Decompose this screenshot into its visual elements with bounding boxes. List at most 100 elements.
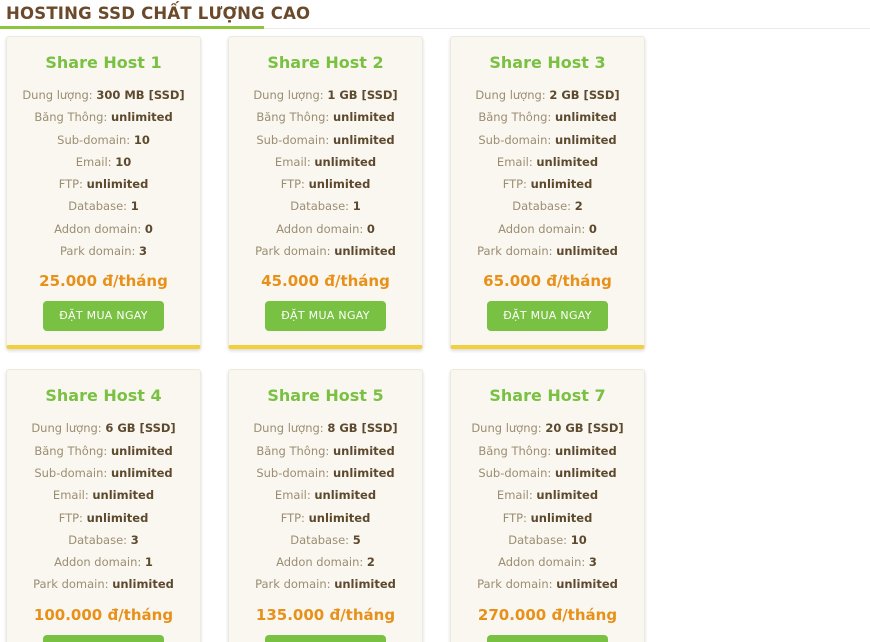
- plan-spec-database: Database: 1: [13, 195, 194, 217]
- spec-label: FTP:: [502, 510, 527, 525]
- section-header: HOSTING SSD CHẤT LƯỢNG CAO: [0, 0, 870, 34]
- spec-value: unlimited: [332, 443, 395, 458]
- plan-spec-park-domain: Park domain: unlimited: [457, 573, 638, 595]
- plan-title: Share Host 4: [45, 386, 162, 406]
- buy-now-button[interactable]: ĐẶT MUA NGAY: [487, 634, 608, 642]
- spec-value: unlimited: [332, 132, 395, 147]
- plan-spec-storage: Dung lượng: 20 GB [SSD]: [457, 417, 638, 439]
- spec-value: 3: [588, 555, 597, 570]
- plan-spec-addon-domain: Addon domain: 3: [457, 551, 638, 573]
- plan-spec-addon-domain: Addon domain: 1: [13, 551, 194, 573]
- spec-value: 10: [570, 532, 587, 547]
- spec-label: Dung lượng:: [253, 88, 324, 102]
- plan-spec-bandwidth: Băng Thông: unlimited: [457, 106, 638, 128]
- spec-value: unlimited: [554, 110, 617, 125]
- spec-label: Email:: [52, 488, 89, 503]
- plan-title: Share Host 7: [489, 386, 606, 406]
- spec-value: 1: [130, 199, 139, 214]
- plan-spec-email: Email: unlimited: [13, 484, 194, 506]
- spec-label: Addon domain:: [276, 221, 364, 236]
- buy-now-button[interactable]: ĐẶT MUA NGAY: [43, 634, 164, 642]
- plan-spec-ftp: FTP: unlimited: [13, 173, 194, 195]
- spec-label: Băng Thông:: [256, 110, 330, 125]
- plan-spec-storage: Dung lượng: 2 GB [SSD]: [457, 84, 638, 106]
- spec-label: Dung lượng:: [31, 421, 102, 436]
- spec-value: 2 GB [SSD]: [549, 88, 620, 102]
- plan-spec-email: Email: unlimited: [235, 484, 416, 506]
- spec-value: 300 MB [SSD]: [96, 88, 185, 102]
- spec-label: Park domain:: [255, 577, 331, 592]
- spec-label: Sub-domain:: [256, 132, 330, 147]
- spec-value: 8 GB [SSD]: [327, 421, 398, 436]
- spec-value: unlimited: [530, 177, 593, 192]
- spec-label: Database:: [68, 532, 128, 547]
- plan-spec-addon-domain: Addon domain: 0: [235, 218, 416, 240]
- plan-spec-subdomain: Sub-domain: unlimited: [13, 462, 194, 484]
- spec-value: 10: [115, 154, 132, 169]
- plan-spec-email: Email: unlimited: [457, 151, 638, 173]
- spec-value: unlimited: [556, 577, 618, 592]
- spec-value: unlimited: [554, 132, 617, 147]
- buy-now-button[interactable]: ĐẶT MUA NGAY: [265, 301, 386, 332]
- plan-price: 135.000 đ/tháng: [255, 605, 396, 624]
- plan-spec-storage: Dung lượng: 8 GB [SSD]: [235, 417, 416, 439]
- buy-now-button[interactable]: ĐẶT MUA NGAY: [43, 301, 164, 332]
- spec-value: unlimited: [112, 577, 174, 592]
- spec-label: Sub-domain:: [34, 465, 108, 480]
- spec-label: Database:: [290, 532, 350, 547]
- plan-spec-database: Database: 1: [235, 195, 416, 217]
- plan-spec-email: Email: unlimited: [235, 151, 416, 173]
- plan-title: Share Host 2: [267, 53, 384, 72]
- plan-price: 65.000 đ/tháng: [483, 272, 612, 291]
- plan-spec-ftp: FTP: unlimited: [457, 173, 638, 195]
- spec-label: Database:: [68, 199, 128, 214]
- plan-spec-email: Email: 10: [13, 151, 194, 173]
- spec-value: 10: [133, 132, 150, 147]
- spec-value: unlimited: [554, 465, 617, 480]
- pricing-card: Share Host 3 Dung lượng: 2 GB [SSD] Băng T…: [450, 36, 645, 350]
- spec-label: Dung lượng:: [475, 88, 546, 102]
- plan-spec-bandwidth: Băng Thông: unlimited: [13, 440, 194, 462]
- plan-spec-database: Database: 5: [235, 529, 416, 551]
- spec-label: Sub-domain:: [478, 465, 552, 480]
- spec-value: unlimited: [332, 465, 395, 480]
- plan-spec-park-domain: Park domain: 3: [13, 240, 194, 262]
- spec-label: Email:: [75, 154, 112, 169]
- spec-label: FTP:: [58, 177, 83, 192]
- spec-label: Addon domain:: [54, 555, 142, 570]
- spec-label: Email:: [274, 154, 311, 169]
- spec-label: Băng Thông:: [478, 110, 552, 125]
- pricing-card: Share Host 7 Dung lượng: 20 GB [SSD] Băng …: [450, 369, 645, 642]
- plan-price: 270.000 đ/tháng: [477, 605, 618, 624]
- pricing-card: Share Host 1 Dung lượng: 300 MB [SSD] Băng…: [6, 36, 201, 350]
- plan-title: Share Host 5: [267, 386, 384, 406]
- plan-spec-ftp: FTP: unlimited: [457, 507, 638, 529]
- plan-title: Share Host 1: [45, 53, 162, 72]
- spec-value: 3: [130, 532, 139, 547]
- spec-label: Email:: [496, 154, 533, 169]
- plan-spec-storage: Dung lượng: 300 MB [SSD]: [13, 84, 194, 106]
- spec-label: Park domain:: [59, 244, 136, 259]
- spec-label: Park domain:: [255, 244, 331, 259]
- spec-value: unlimited: [334, 244, 396, 259]
- plan-title: Share Host 3: [489, 53, 606, 72]
- plan-price: 45.000 đ/tháng: [261, 272, 390, 291]
- pricing-card-grid: Share Host 1 Dung lượng: 300 MB [SSD] Băng…: [0, 36, 870, 642]
- spec-label: Sub-domain:: [57, 132, 131, 147]
- spec-value: unlimited: [86, 177, 149, 192]
- plan-spec-subdomain: Sub-domain: 10: [13, 129, 194, 151]
- spec-value: unlimited: [308, 177, 371, 192]
- plan-spec-database: Database: 3: [13, 529, 194, 551]
- spec-value: 2: [366, 555, 375, 570]
- buy-now-button[interactable]: ĐẶT MUA NGAY: [265, 634, 386, 642]
- pricing-card: Share Host 4 Dung lượng: 6 GB [SSD] Băng T…: [6, 369, 201, 642]
- spec-value: 0: [366, 221, 375, 236]
- pricing-card: Share Host 2 Dung lượng: 1 GB [SSD] Băng T…: [228, 36, 423, 350]
- spec-label: Dung lượng:: [253, 421, 324, 436]
- spec-value: 1: [144, 555, 153, 570]
- plan-spec-ftp: FTP: unlimited: [235, 173, 416, 195]
- buy-now-button[interactable]: ĐẶT MUA NGAY: [487, 301, 608, 332]
- spec-label: Dung lượng:: [471, 421, 542, 436]
- spec-value: unlimited: [308, 510, 371, 525]
- plan-spec-storage: Dung lượng: 1 GB [SSD]: [235, 84, 416, 106]
